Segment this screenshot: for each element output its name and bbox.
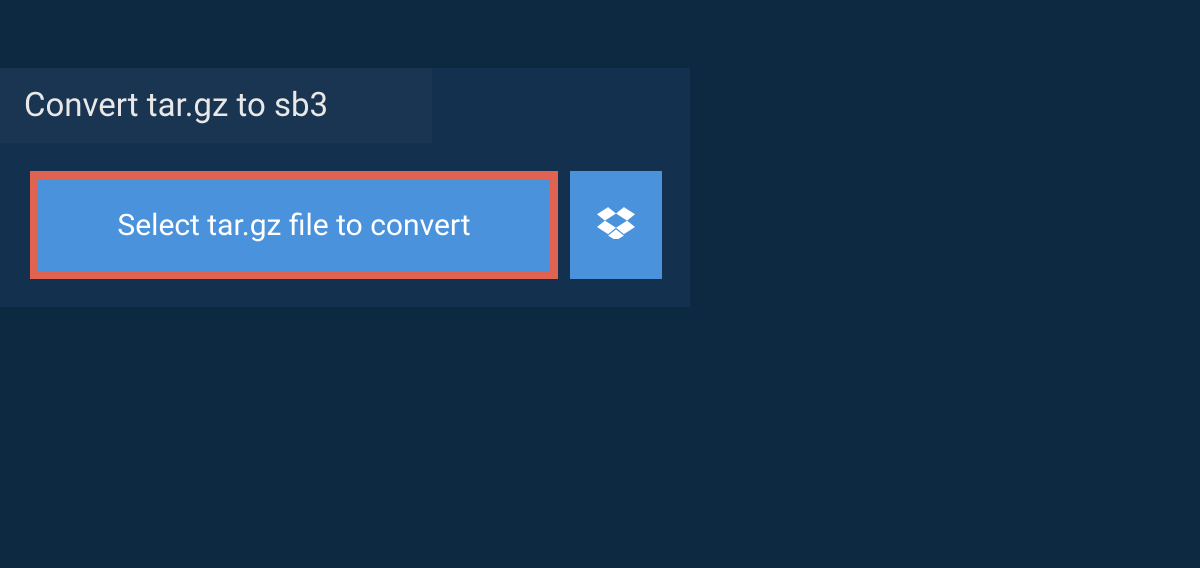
- page-title: Convert tar.gz to sb3: [24, 86, 328, 125]
- dropbox-icon: [597, 207, 635, 243]
- dropbox-button[interactable]: [570, 171, 662, 279]
- select-file-label: Select tar.gz file to convert: [117, 208, 470, 243]
- tab-header: Convert tar.gz to sb3: [0, 68, 432, 143]
- converter-panel: Convert tar.gz to sb3 Select tar.gz file…: [0, 68, 690, 307]
- select-file-button[interactable]: Select tar.gz file to convert: [30, 171, 558, 279]
